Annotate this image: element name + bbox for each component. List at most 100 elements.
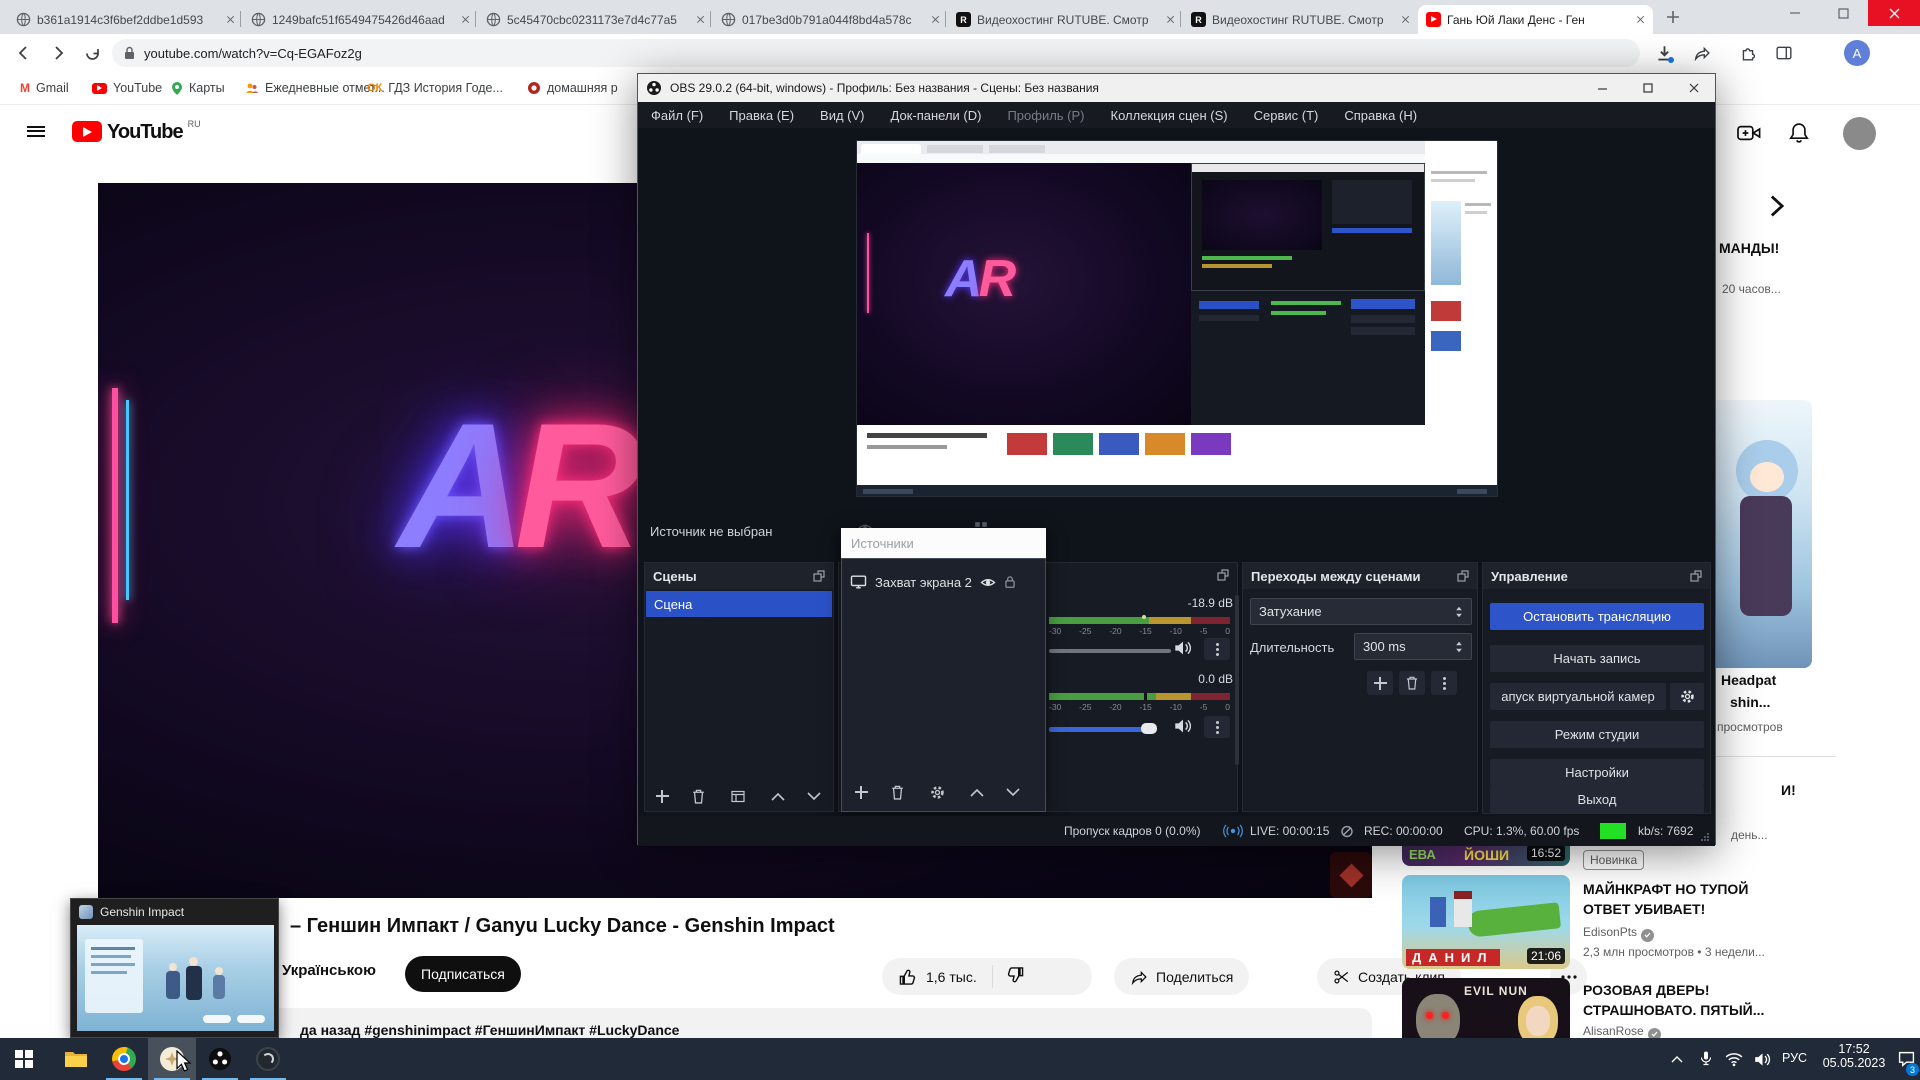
share-button[interactable] — [1690, 41, 1714, 65]
channel-name[interactable]: AlisanRose — [1583, 1024, 1644, 1038]
exit-button[interactable]: Выход — [1490, 786, 1704, 813]
add-scene-button[interactable] — [651, 785, 673, 807]
side-panel-button[interactable] — [1772, 41, 1796, 65]
browser-tab-active[interactable]: Гань Юй Лаки Денс - Ген — [1418, 5, 1653, 34]
speaker-icon[interactable] — [1174, 718, 1192, 734]
popout-icon[interactable] — [1690, 570, 1702, 582]
tab-close-icon[interactable] — [696, 15, 705, 24]
launcher-taskbar-button[interactable] — [244, 1038, 292, 1080]
scene-filters-button[interactable] — [727, 785, 749, 807]
create-button[interactable] — [1737, 123, 1761, 148]
shorts-title-line1[interactable]: Headpat — [1721, 672, 1776, 688]
bookmark-maps[interactable]: Карты — [171, 78, 225, 98]
menu-help[interactable]: Справка (H) — [1331, 108, 1430, 123]
related-title-fragment[interactable]: МАНДЫ! — [1719, 240, 1779, 256]
menu-edit[interactable]: Правка (E) — [716, 108, 807, 123]
stop-streaming-button[interactable]: Остановить трансляцию — [1490, 603, 1704, 630]
tab-close-icon[interactable] — [461, 15, 470, 24]
eye-icon[interactable] — [980, 576, 996, 589]
lock-icon[interactable] — [1004, 575, 1016, 589]
source-item[interactable]: Захват экрана 2 — [850, 569, 1038, 595]
tab-close-icon[interactable] — [1401, 15, 1410, 24]
video-title-line1[interactable]: РОЗОВАЯ ДВЕРЬ! — [1583, 982, 1709, 998]
video-title-line1[interactable]: МАЙНКРАФТ НО ТУПОЙ — [1583, 881, 1748, 897]
browser-avatar[interactable]: A — [1844, 40, 1870, 66]
popout-icon[interactable] — [813, 570, 825, 582]
window-close-button[interactable] — [1868, 0, 1920, 26]
window-minimize-button[interactable] — [1772, 0, 1818, 26]
menu-docks[interactable]: Док-панели (D) — [878, 108, 995, 123]
sources-panel-titlebar[interactable]: Источники — [841, 528, 1046, 558]
browser-tab-6[interactable]: R Видеохостинг RUTUBE. Смотр — [1183, 5, 1418, 34]
add-transition-button[interactable] — [1367, 671, 1393, 695]
shorts-title-line2[interactable]: shin... — [1730, 694, 1770, 710]
virtual-camera-button[interactable]: апуск виртуальной камер — [1490, 683, 1666, 710]
tray-expand-button[interactable] — [1662, 1038, 1692, 1080]
taskbar-preview-popup[interactable]: Genshin Impact — [70, 898, 279, 1038]
obs-preview-canvas[interactable]: AR — [856, 140, 1498, 497]
tab-close-icon[interactable] — [1166, 15, 1175, 24]
forward-button[interactable] — [46, 41, 70, 65]
downloads-button[interactable] — [1652, 41, 1676, 65]
bookmark-gmail[interactable]: MGmail — [20, 78, 69, 98]
tray-mic-button[interactable] — [1692, 1038, 1720, 1080]
tab-close-icon[interactable] — [1636, 15, 1645, 24]
action-center-button[interactable]: 3 — [1892, 1038, 1920, 1080]
bookmark-youtube[interactable]: YouTube — [92, 78, 162, 98]
popup-thumbnail[interactable] — [77, 925, 274, 1031]
obs-taskbar-button[interactable] — [196, 1038, 244, 1080]
like-button[interactable] — [898, 968, 917, 986]
scene-down-button[interactable] — [803, 785, 825, 807]
transition-options-button[interactable] — [1431, 671, 1457, 695]
browser-tab-5[interactable]: R Видеохостинг RUTUBE. Смотр — [948, 5, 1183, 34]
add-source-button[interactable] — [850, 781, 872, 803]
reload-button[interactable] — [80, 41, 104, 65]
bookmark-gdz[interactable]: ОКГДЗ История Годе... — [367, 78, 503, 98]
video-title-fragment[interactable]: И! — [1781, 782, 1796, 798]
window-maximize-button[interactable] — [1820, 0, 1866, 26]
menu-file[interactable]: Файл (F) — [638, 108, 716, 123]
menu-scene-collection[interactable]: Коллекция сцен (S) — [1098, 108, 1241, 123]
video-title-line2[interactable]: ОТВЕТ УБИВАЕТ! — [1583, 901, 1705, 917]
tray-volume-button[interactable] — [1748, 1038, 1776, 1080]
virtual-camera-settings-button[interactable] — [1670, 683, 1704, 710]
source-up-button[interactable] — [966, 781, 988, 803]
popout-icon[interactable] — [1217, 569, 1229, 581]
video-thumbnail[interactable]: ДАНИЛ 21:06 — [1402, 875, 1570, 969]
speaker-icon[interactable] — [1174, 640, 1192, 656]
youtube-menu-button[interactable] — [27, 123, 45, 139]
scene-item-selected[interactable]: Сцена — [646, 591, 832, 617]
chips-scroll-right-button[interactable] — [1766, 194, 1788, 223]
obs-maximize-button[interactable] — [1625, 74, 1671, 102]
obs-close-button[interactable] — [1671, 74, 1716, 102]
transition-type-select[interactable]: Затухание — [1250, 598, 1472, 625]
back-button[interactable] — [12, 41, 36, 65]
mixer-ch1-volume-slider[interactable] — [1049, 649, 1171, 653]
resize-grip[interactable] — [1700, 832, 1710, 842]
mixer-ch1-options-button[interactable] — [1204, 638, 1230, 660]
address-bar[interactable]: youtube.com/watch?v=Cq-EGAFoz2g — [112, 39, 1640, 67]
start-button[interactable] — [0, 1038, 48, 1080]
duration-spinner[interactable]: 300 ms — [1354, 633, 1472, 660]
youtube-avatar[interactable] — [1843, 117, 1876, 150]
menu-view[interactable]: Вид (V) — [807, 108, 877, 123]
remove-transition-button[interactable] — [1399, 671, 1425, 695]
subscribe-button[interactable]: Подписаться — [405, 956, 521, 992]
popout-icon[interactable] — [1457, 570, 1469, 582]
youtube-logo[interactable]: YouTube RU — [72, 121, 201, 144]
clock[interactable]: 17:52 05.05.2023 — [1816, 1042, 1892, 1070]
tab-close-icon[interactable] — [226, 15, 235, 24]
bookmark-home[interactable]: домашняя р — [527, 78, 618, 98]
obs-titlebar[interactable]: OBS 29.0.2 (64-bit, windows) - Профиль: … — [638, 74, 1715, 102]
video-title-line2[interactable]: СТРАШНОВАТО. ПЯТЫЙ... — [1583, 1002, 1764, 1018]
studio-mode-button[interactable]: Режим студии — [1490, 721, 1704, 748]
chrome-taskbar-button[interactable] — [100, 1038, 148, 1080]
start-recording-button[interactable]: Начать запись — [1490, 645, 1704, 672]
scene-up-button[interactable] — [767, 785, 789, 807]
bookmark-daily[interactable]: Ежедневные отмет... — [245, 78, 385, 98]
dislike-button[interactable] — [1006, 966, 1025, 987]
new-tab-button[interactable] — [1664, 8, 1682, 26]
mixer-ch2-options-button[interactable] — [1204, 716, 1230, 738]
volume-slider-handle[interactable] — [1141, 723, 1157, 734]
file-explorer-button[interactable] — [52, 1038, 100, 1080]
